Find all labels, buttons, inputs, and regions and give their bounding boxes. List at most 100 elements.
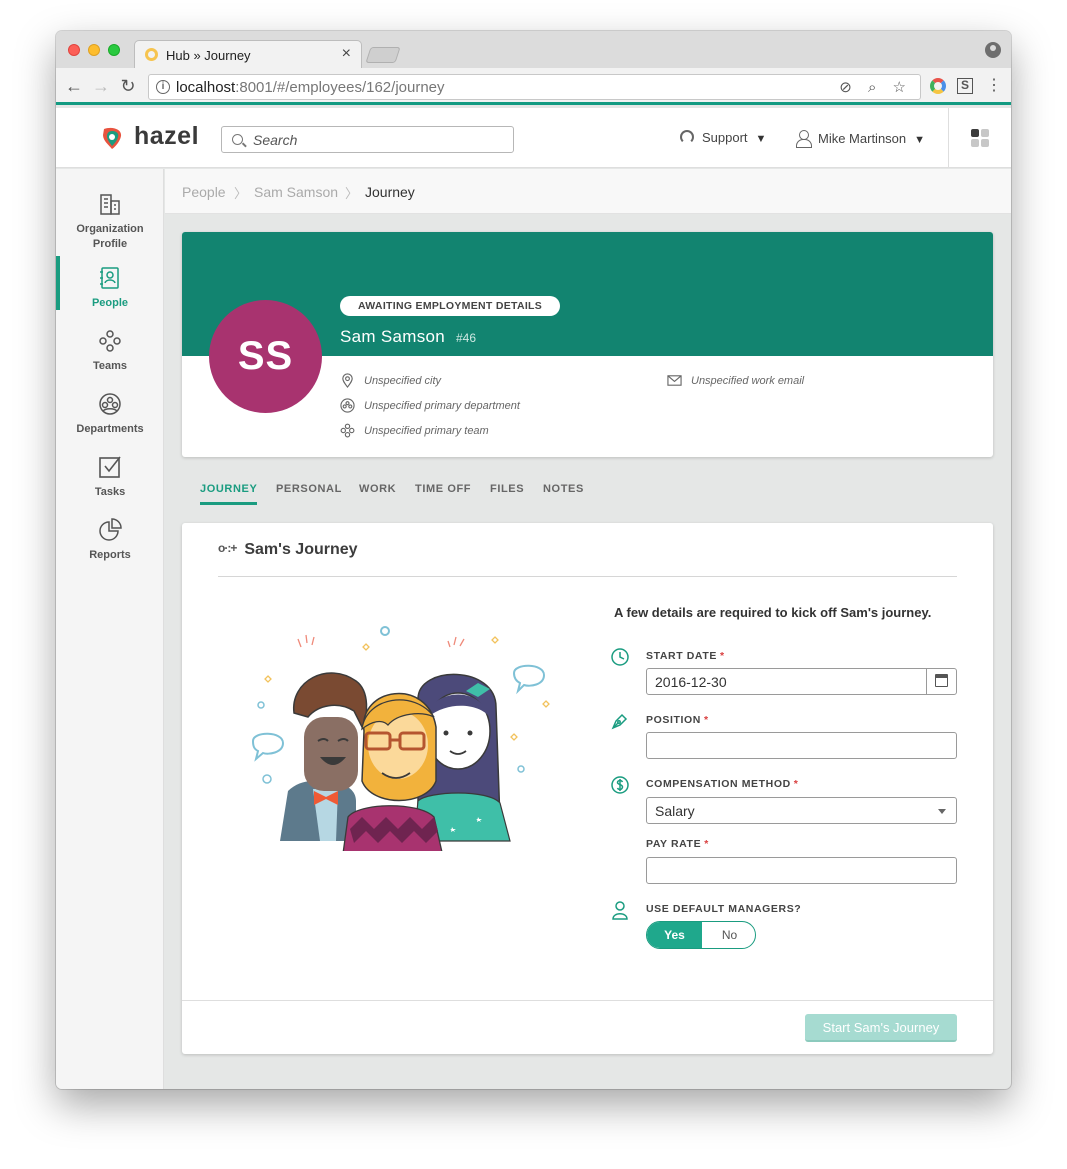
browser-tab[interactable]: Hub » Journey × (134, 40, 362, 68)
clock-icon (611, 648, 629, 666)
chevron-right-icon: 〉 (345, 186, 359, 201)
browser-menu-icon[interactable]: ⋮ (986, 78, 1002, 94)
close-window-button[interactable] (68, 44, 80, 56)
user-name: Mike Martinson (818, 131, 907, 146)
address-bar-icons[interactable]: ⊘ ⌕ ☆ (839, 78, 912, 96)
position-input[interactable] (646, 732, 957, 759)
avatar[interactable]: SS (209, 300, 322, 413)
browser-profile-icon[interactable] (985, 42, 1001, 58)
new-tab-button[interactable] (365, 47, 401, 63)
caret-down-icon: ▼ (914, 134, 926, 146)
favicon-icon (145, 48, 158, 61)
teams-icon (99, 330, 121, 352)
toggle-yes[interactable]: Yes (647, 922, 702, 948)
search-box[interactable] (221, 126, 514, 153)
search-input[interactable] (253, 130, 503, 150)
minimize-window-button[interactable] (88, 44, 100, 56)
address-bar[interactable]: i localhost:8001/#/employees/162/journey… (148, 74, 921, 100)
team-value: Unspecified primary team (364, 425, 489, 437)
browser-tabbar: Hub » Journey × (56, 31, 1011, 68)
app-header: hazel Support ▼ Mike Martinson ▼ (56, 108, 1011, 168)
tab-close-icon[interactable]: × (342, 45, 351, 63)
intro-text: A few details are required to kick off S… (614, 605, 932, 620)
support-label: Support (702, 130, 748, 145)
tab-personal[interactable]: PERSONAL (276, 483, 342, 495)
sidebar-item-tasks[interactable]: Tasks (56, 455, 164, 500)
user-menu[interactable]: Mike Martinson ▼ (796, 130, 926, 148)
headset-icon (680, 130, 694, 144)
tab-files[interactable]: FILES (490, 483, 524, 495)
department-value: Unspecified primary department (364, 400, 520, 412)
color-extension-icon[interactable] (930, 78, 946, 94)
user-icon (796, 130, 812, 148)
work-email-value: Unspecified work email (691, 375, 805, 387)
sidebar-item-organization-profile[interactable]: Organization Profile (56, 192, 164, 252)
sidebar-item-departments[interactable]: Departments (56, 392, 164, 437)
journey-card: o·:+ Sam's Journey A few details are req… (182, 523, 993, 1054)
checkbox-icon (99, 456, 121, 478)
team-icon (340, 423, 355, 438)
breadcrumb-current: Journey (365, 184, 415, 200)
reload-icon[interactable]: ↻ (118, 76, 138, 96)
position-label: POSITION * (646, 714, 709, 726)
info-icon[interactable]: i (156, 80, 170, 94)
sidebar-item-label: Reports (89, 549, 131, 561)
url-text: localhost:8001/#/employees/162/journey (176, 79, 445, 96)
logo-text: hazel (134, 122, 200, 150)
maximize-window-button[interactable] (108, 44, 120, 56)
city-value: Unspecified city (364, 375, 442, 387)
pie-chart-icon (99, 518, 122, 541)
toggle-no[interactable]: No (702, 922, 755, 948)
sidebar-item-label: Teams (92, 360, 128, 372)
calendar-icon (935, 674, 948, 687)
start-date-field[interactable]: 2016-12-30 (646, 668, 957, 695)
start-date-value: 2016-12-30 (655, 674, 727, 690)
sidebar-item-teams[interactable]: Teams (56, 329, 164, 374)
sidebar: Organization Profile People Teams Depart… (56, 169, 164, 1089)
header-divider (948, 108, 949, 168)
s-extension-icon[interactable]: S (957, 78, 973, 94)
tab-notes[interactable]: NOTES (543, 483, 584, 495)
browser-window: Hub » Journey × ← → ↻ i localhost:8001/#… (56, 31, 1011, 1089)
journey-heading: o·:+ Sam's Journey (218, 541, 358, 559)
back-arrow-icon[interactable]: ← (64, 76, 84, 96)
sidebar-item-people[interactable]: People (56, 256, 164, 311)
manager-icon (612, 901, 628, 920)
compensation-method-select[interactable]: Salary (646, 797, 957, 824)
support-menu[interactable]: Support ▼ (680, 130, 766, 145)
sidebar-item-label: People (91, 297, 129, 309)
forward-arrow-icon[interactable]: → (91, 76, 111, 96)
money-icon (611, 776, 629, 794)
tab-journey[interactable]: JOURNEY (200, 483, 258, 505)
breadcrumb-employee[interactable]: Sam Samson (254, 184, 338, 200)
apps-grid-icon[interactable] (971, 129, 989, 147)
default-managers-label: USE DEFAULT MANAGERS? (646, 903, 802, 915)
address-book-icon (100, 267, 119, 289)
profile-name: Sam Samson (340, 327, 446, 346)
search-icon (232, 134, 243, 145)
compensation-method-label: COMPENSATION METHOD * (646, 778, 799, 790)
envelope-icon (667, 375, 682, 386)
pay-rate-label: PAY RATE * (646, 838, 709, 850)
employee-id: #46 (456, 331, 477, 345)
default-managers-toggle[interactable]: Yes No (646, 921, 756, 949)
detail-team: Unspecified primary team (340, 423, 489, 438)
journey-title: Sam's Journey (244, 541, 358, 558)
compensation-method-value: Salary (655, 803, 695, 819)
pay-rate-input[interactable] (646, 857, 957, 884)
tab-time-off[interactable]: TIME OFF (415, 483, 471, 495)
profile-card: AWAITING EMPLOYMENT DETAILS Sam Samson #… (182, 232, 993, 457)
sidebar-item-reports[interactable]: Reports (56, 518, 164, 563)
hazel-logo-icon (103, 127, 122, 149)
tab-work[interactable]: WORK (359, 483, 396, 495)
caret-down-icon: ▼ (755, 133, 767, 145)
sidebar-item-label: Tasks (94, 486, 126, 498)
department-icon (340, 398, 355, 413)
calendar-button[interactable] (926, 669, 956, 694)
departments-icon (99, 393, 121, 415)
start-journey-button[interactable]: Start Sam's Journey (805, 1014, 957, 1042)
browser-toolbar: ← → ↻ i localhost:8001/#/employees/162/j… (56, 68, 1011, 105)
breadcrumb-people[interactable]: People (182, 184, 226, 200)
chevron-down-icon (938, 809, 946, 814)
detail-city: Unspecified city (342, 373, 442, 388)
